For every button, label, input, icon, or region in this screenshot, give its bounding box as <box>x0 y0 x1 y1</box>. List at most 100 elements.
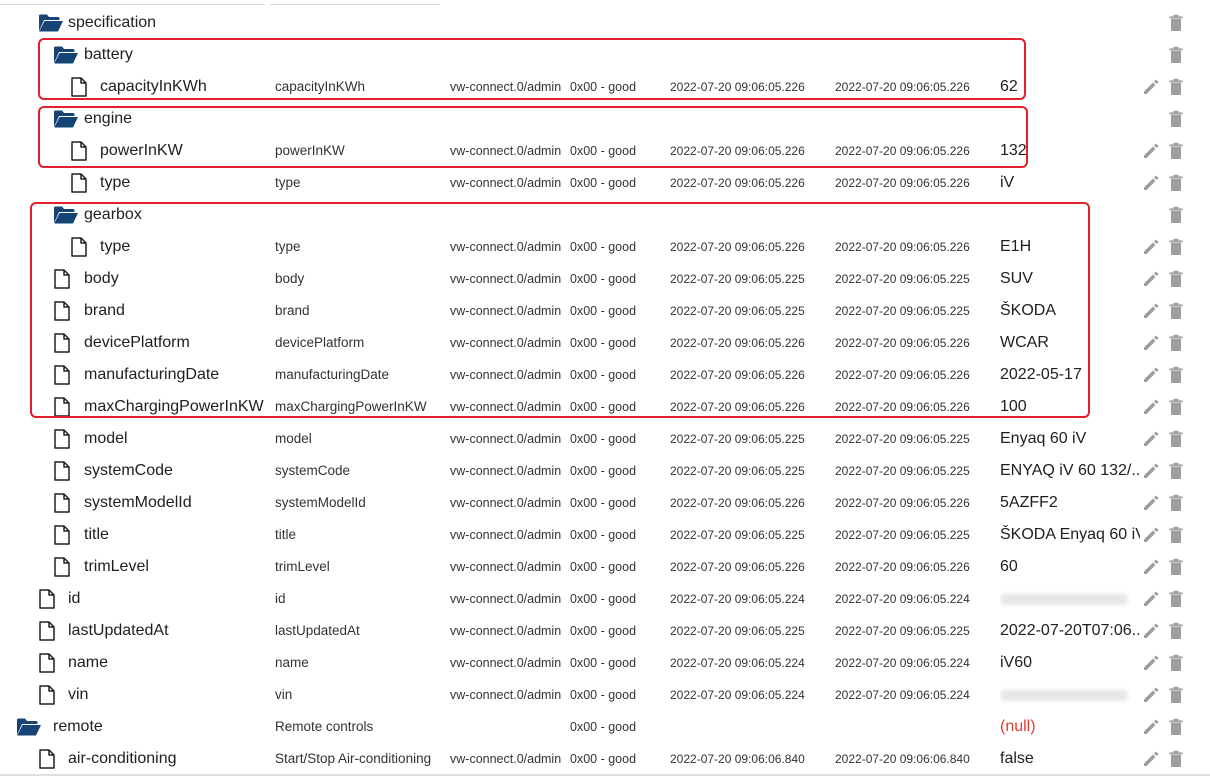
trash-icon[interactable] <box>1167 270 1185 288</box>
item-value[interactable]: ENYAQ iV 60 132/... <box>1000 455 1140 487</box>
trash-icon[interactable] <box>1167 302 1185 320</box>
file-icon[interactable] <box>70 141 92 161</box>
item-value[interactable]: 2022-05-17 <box>1000 359 1140 391</box>
trash-icon[interactable] <box>1167 462 1185 480</box>
pencil-icon[interactable] <box>1142 366 1160 384</box>
pencil-icon[interactable] <box>1142 462 1160 480</box>
trash-icon[interactable] <box>1167 398 1185 416</box>
tree-state-row[interactable]: powerInKW powerInKW vw-connect.0/admin 0x00… <box>0 135 1210 167</box>
trash-icon[interactable] <box>1167 334 1185 352</box>
pencil-icon[interactable] <box>1142 558 1160 576</box>
item-value[interactable]: 5AZFF2 <box>1000 487 1140 519</box>
item-value[interactable]: 62 <box>1000 71 1140 103</box>
tree-state-row[interactable]: devicePlatform devicePlatform vw-connect.0… <box>0 327 1210 359</box>
trash-icon[interactable] <box>1167 686 1185 704</box>
pencil-icon[interactable] <box>1142 398 1160 416</box>
pencil-icon[interactable] <box>1142 430 1160 448</box>
file-icon[interactable] <box>53 557 75 577</box>
tree-state-row[interactable]: trimLevel trimLevel vw-connect.0/admin 0x00… <box>0 551 1210 583</box>
pencil-icon[interactable] <box>1142 654 1160 672</box>
item-value[interactable]: ŠKODA <box>1000 295 1140 327</box>
pencil-icon[interactable] <box>1142 174 1160 192</box>
pencil-icon[interactable] <box>1142 622 1160 640</box>
trash-icon[interactable] <box>1167 14 1185 32</box>
pencil-icon[interactable] <box>1142 270 1160 288</box>
trash-icon[interactable] <box>1167 590 1185 608</box>
trash-icon[interactable] <box>1167 526 1185 544</box>
tree-folder-row[interactable]: remote Remote controls 0x00 - good (null) <box>0 711 1210 743</box>
file-icon[interactable] <box>38 749 60 769</box>
folder-open-icon[interactable] <box>53 109 78 129</box>
trash-icon[interactable] <box>1167 142 1185 160</box>
tree-state-row[interactable]: body body vw-connect.0/admin 0x00 - good 202… <box>0 263 1210 295</box>
pencil-icon[interactable] <box>1142 526 1160 544</box>
file-icon[interactable] <box>53 301 75 321</box>
item-value[interactable]: iV <box>1000 167 1140 199</box>
file-icon[interactable] <box>53 397 75 417</box>
tree-state-row[interactable]: name name vw-connect.0/admin 0x00 - good 202… <box>0 647 1210 679</box>
trash-icon[interactable] <box>1167 718 1185 736</box>
item-value[interactable]: iV60 <box>1000 647 1140 679</box>
file-icon[interactable] <box>53 461 75 481</box>
file-icon[interactable] <box>53 429 75 449</box>
file-icon[interactable] <box>53 365 75 385</box>
tree-state-row[interactable]: systemModelId systemModelId vw-connect.0/a… <box>0 487 1210 519</box>
file-icon[interactable] <box>53 525 75 545</box>
trash-icon[interactable] <box>1167 366 1185 384</box>
trash-icon[interactable] <box>1167 206 1185 224</box>
trash-icon[interactable] <box>1167 622 1185 640</box>
file-icon[interactable] <box>38 621 60 641</box>
trash-icon[interactable] <box>1167 430 1185 448</box>
tree-state-row[interactable]: capacityInKWh capacityInKWh vw-connect.0/a… <box>0 71 1210 103</box>
tree-folder-row[interactable]: specification <box>0 7 1210 39</box>
pencil-icon[interactable] <box>1142 590 1160 608</box>
folder-open-icon[interactable] <box>16 717 41 737</box>
pencil-icon[interactable] <box>1142 78 1160 96</box>
item-value[interactable]: 60 <box>1000 551 1140 583</box>
folder-open-icon[interactable] <box>53 45 78 65</box>
file-icon[interactable] <box>70 237 92 257</box>
pencil-icon[interactable] <box>1142 142 1160 160</box>
tree-folder-row[interactable]: engine <box>0 103 1210 135</box>
tree-state-row[interactable]: systemCode systemCode vw-connect.0/admin 0x… <box>0 455 1210 487</box>
tree-folder-row[interactable]: battery <box>0 39 1210 71</box>
trash-icon[interactable] <box>1167 174 1185 192</box>
tree-folder-row[interactable]: gearbox <box>0 199 1210 231</box>
pencil-icon[interactable] <box>1142 750 1160 768</box>
folder-open-icon[interactable] <box>53 205 78 225</box>
pencil-icon[interactable] <box>1142 238 1160 256</box>
trash-icon[interactable] <box>1167 238 1185 256</box>
file-icon[interactable] <box>38 589 60 609</box>
item-value[interactable]: 2022-07-20T07:06... <box>1000 615 1140 647</box>
file-icon[interactable] <box>53 269 75 289</box>
item-value[interactable]: SUV <box>1000 263 1140 295</box>
tree-state-row[interactable]: type type vw-connect.0/admin 0x00 - good 202… <box>0 167 1210 199</box>
trash-icon[interactable] <box>1167 558 1185 576</box>
item-value[interactable]: 132 <box>1000 135 1140 167</box>
file-icon[interactable] <box>53 333 75 353</box>
tree-state-row[interactable]: id id vw-connect.0/admin 0x00 - good 2022-07… <box>0 583 1210 615</box>
trash-icon[interactable] <box>1167 78 1185 96</box>
pencil-icon[interactable] <box>1142 686 1160 704</box>
tree-state-row[interactable]: vin vin vw-connect.0/admin 0x00 - good 2022-… <box>0 679 1210 711</box>
item-value[interactable]: E1H <box>1000 231 1140 263</box>
pencil-icon[interactable] <box>1142 494 1160 512</box>
file-icon[interactable] <box>70 173 92 193</box>
file-icon[interactable] <box>38 685 60 705</box>
tree-state-row[interactable]: air-conditioning Start/Stop Air-condition… <box>0 743 1210 775</box>
item-value[interactable]: (null) <box>1000 711 1140 743</box>
tree-state-row[interactable]: model model vw-connect.0/admin 0x00 - good 2… <box>0 423 1210 455</box>
file-icon[interactable] <box>53 493 75 513</box>
tree-state-row[interactable]: manufacturingDate manufacturingDate vw-con… <box>0 359 1210 391</box>
file-icon[interactable] <box>38 653 60 673</box>
item-value[interactable]: 100 <box>1000 391 1140 423</box>
file-icon[interactable] <box>70 77 92 97</box>
tree-state-row[interactable]: maxChargingPowerInKW maxChargingPowerInKW… <box>0 391 1210 423</box>
trash-icon[interactable] <box>1167 654 1185 672</box>
pencil-icon[interactable] <box>1142 718 1160 736</box>
item-value[interactable]: ŠKODA Enyaq 60 iV <box>1000 519 1140 551</box>
tree-state-row[interactable]: brand brand vw-connect.0/admin 0x00 - good 2… <box>0 295 1210 327</box>
trash-icon[interactable] <box>1167 46 1185 64</box>
tree-state-row[interactable]: lastUpdatedAt lastUpdatedAt vw-connect.0/a… <box>0 615 1210 647</box>
tree-state-row[interactable]: type type vw-connect.0/admin 0x00 - good 202… <box>0 231 1210 263</box>
